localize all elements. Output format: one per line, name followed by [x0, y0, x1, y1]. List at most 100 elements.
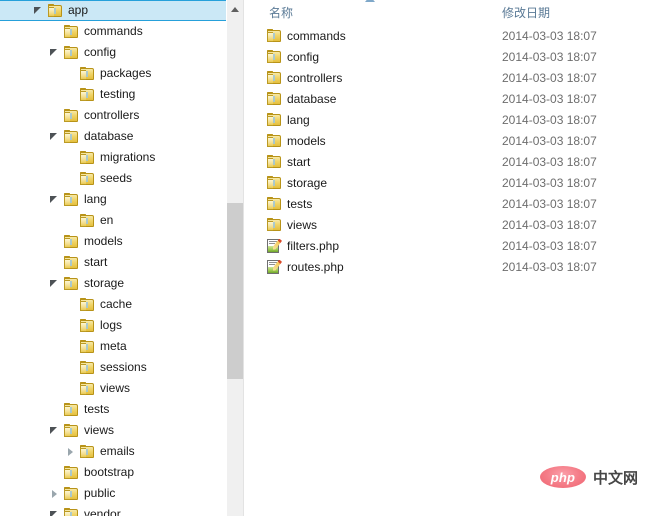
column-header-name[interactable]: 名称: [244, 4, 502, 21]
tree-item-lang[interactable]: lang: [0, 189, 243, 210]
tree-item-en[interactable]: en: [0, 210, 243, 231]
expand-arrow-down-icon[interactable]: [47, 273, 63, 294]
twisty-placeholder: [63, 357, 79, 378]
file-date-modified-cell: 2014-03-03 18:07: [502, 112, 597, 127]
folder-icon: [266, 196, 282, 212]
folder-icon: [79, 66, 95, 82]
php-file-icon: [266, 238, 282, 254]
file-list-pane: 名称 修改日期 commands 2014-03-03 18:07 config 20…: [244, 0, 654, 516]
tree-item-seeds[interactable]: seeds: [0, 168, 243, 189]
tree-item-tests[interactable]: tests: [0, 399, 243, 420]
file-list-row[interactable]: config 2014-03-03 18:07: [244, 46, 654, 67]
expand-arrow-down-icon[interactable]: [31, 0, 47, 21]
file-name-cell: config: [244, 49, 502, 65]
folder-icon: [63, 465, 79, 481]
tree-item-database[interactable]: database: [0, 126, 243, 147]
folder-icon: [79, 87, 95, 103]
file-name-label: controllers: [287, 70, 343, 85]
tree-item-views[interactable]: views: [0, 420, 243, 441]
file-list-row[interactable]: routes.php 2014-03-03 18:07: [244, 256, 654, 277]
file-name-label: storage: [287, 175, 328, 190]
scrollbar-thumb[interactable]: [227, 203, 243, 379]
tree-item-label: start: [84, 255, 108, 269]
file-list-row[interactable]: views 2014-03-03 18:07: [244, 214, 654, 235]
file-date-modified-cell: 2014-03-03 18:07: [502, 28, 597, 43]
file-date-modified-cell: 2014-03-03 18:07: [502, 91, 597, 106]
file-name-cell: routes.php: [244, 259, 502, 275]
folder-icon: [63, 276, 79, 292]
tree-item-storage[interactable]: storage: [0, 273, 243, 294]
tree-item-vendor[interactable]: vendor: [0, 504, 243, 516]
tree-item-label: seeds: [100, 171, 133, 185]
tree-item-testing[interactable]: testing: [0, 84, 243, 105]
file-name-label: config: [287, 49, 320, 64]
folder-icon: [266, 175, 282, 191]
file-date-modified-cell: 2014-03-03 18:07: [502, 259, 597, 274]
tree-item-migrations[interactable]: migrations: [0, 147, 243, 168]
file-list-row[interactable]: storage 2014-03-03 18:07: [244, 172, 654, 193]
tree-item-cache[interactable]: cache: [0, 294, 243, 315]
file-explorer-window: app commands config packages testing controll…: [0, 0, 654, 516]
file-list-row[interactable]: controllers 2014-03-03 18:07: [244, 67, 654, 88]
file-list-row[interactable]: models 2014-03-03 18:07: [244, 130, 654, 151]
file-list-row[interactable]: database 2014-03-03 18:07: [244, 88, 654, 109]
file-name-cell: views: [244, 217, 502, 233]
expand-arrow-right-icon[interactable]: [47, 483, 63, 504]
navigation-pane-scrollbar[interactable]: [226, 0, 243, 516]
tree-item-controllers[interactable]: controllers: [0, 105, 243, 126]
tree-item-commands[interactable]: commands: [0, 21, 243, 42]
file-list-row[interactable]: lang 2014-03-03 18:07: [244, 109, 654, 130]
expand-arrow-down-icon[interactable]: [47, 42, 63, 63]
folder-icon: [63, 108, 79, 124]
tree-item-label: meta: [100, 339, 127, 353]
expand-arrow-right-icon[interactable]: [63, 441, 79, 462]
twisty-placeholder: [63, 315, 79, 336]
tree-item-label: vendor: [84, 507, 121, 516]
column-header-date-modified[interactable]: 修改日期: [502, 4, 654, 21]
twisty-placeholder: [63, 294, 79, 315]
folder-icon: [63, 255, 79, 271]
tree-item-label: sessions: [100, 360, 147, 374]
file-list-row[interactable]: commands 2014-03-03 18:07: [244, 25, 654, 46]
watermark-text: 中文网: [592, 469, 638, 487]
tree-item-packages[interactable]: packages: [0, 63, 243, 84]
expand-arrow-down-icon[interactable]: [47, 420, 63, 441]
tree-item-emails[interactable]: emails: [0, 441, 243, 462]
tree-item-label: bootstrap: [84, 465, 135, 479]
scroll-up-arrow-icon[interactable]: [227, 0, 243, 17]
twisty-placeholder: [63, 168, 79, 189]
tree-item-public[interactable]: public: [0, 483, 243, 504]
expand-arrow-down-icon[interactable]: [47, 126, 63, 147]
tree-item-start[interactable]: start: [0, 252, 243, 273]
file-list-row[interactable]: tests 2014-03-03 18:07: [244, 193, 654, 214]
sort-ascending-icon: [365, 0, 375, 2]
tree-item-views[interactable]: views: [0, 378, 243, 399]
tree-item-label: app: [68, 3, 89, 17]
tree-item-meta[interactable]: meta: [0, 336, 243, 357]
expand-arrow-down-icon[interactable]: [47, 504, 63, 516]
file-name-label: views: [287, 217, 318, 232]
tree-item-logs[interactable]: logs: [0, 315, 243, 336]
file-name-label: database: [287, 91, 337, 106]
folder-icon: [63, 129, 79, 145]
tree-item-config[interactable]: config: [0, 42, 243, 63]
folder-icon: [266, 49, 282, 65]
file-list-row[interactable]: filters.php 2014-03-03 18:07: [244, 235, 654, 256]
tree-item-sessions[interactable]: sessions: [0, 357, 243, 378]
tree-item-app[interactable]: app: [0, 0, 243, 21]
file-date-modified-cell: 2014-03-03 18:07: [502, 217, 597, 232]
file-list-row[interactable]: start 2014-03-03 18:07: [244, 151, 654, 172]
expand-arrow-down-icon[interactable]: [47, 189, 63, 210]
tree-item-bootstrap[interactable]: bootstrap: [0, 462, 243, 483]
tree-item-models[interactable]: models: [0, 231, 243, 252]
